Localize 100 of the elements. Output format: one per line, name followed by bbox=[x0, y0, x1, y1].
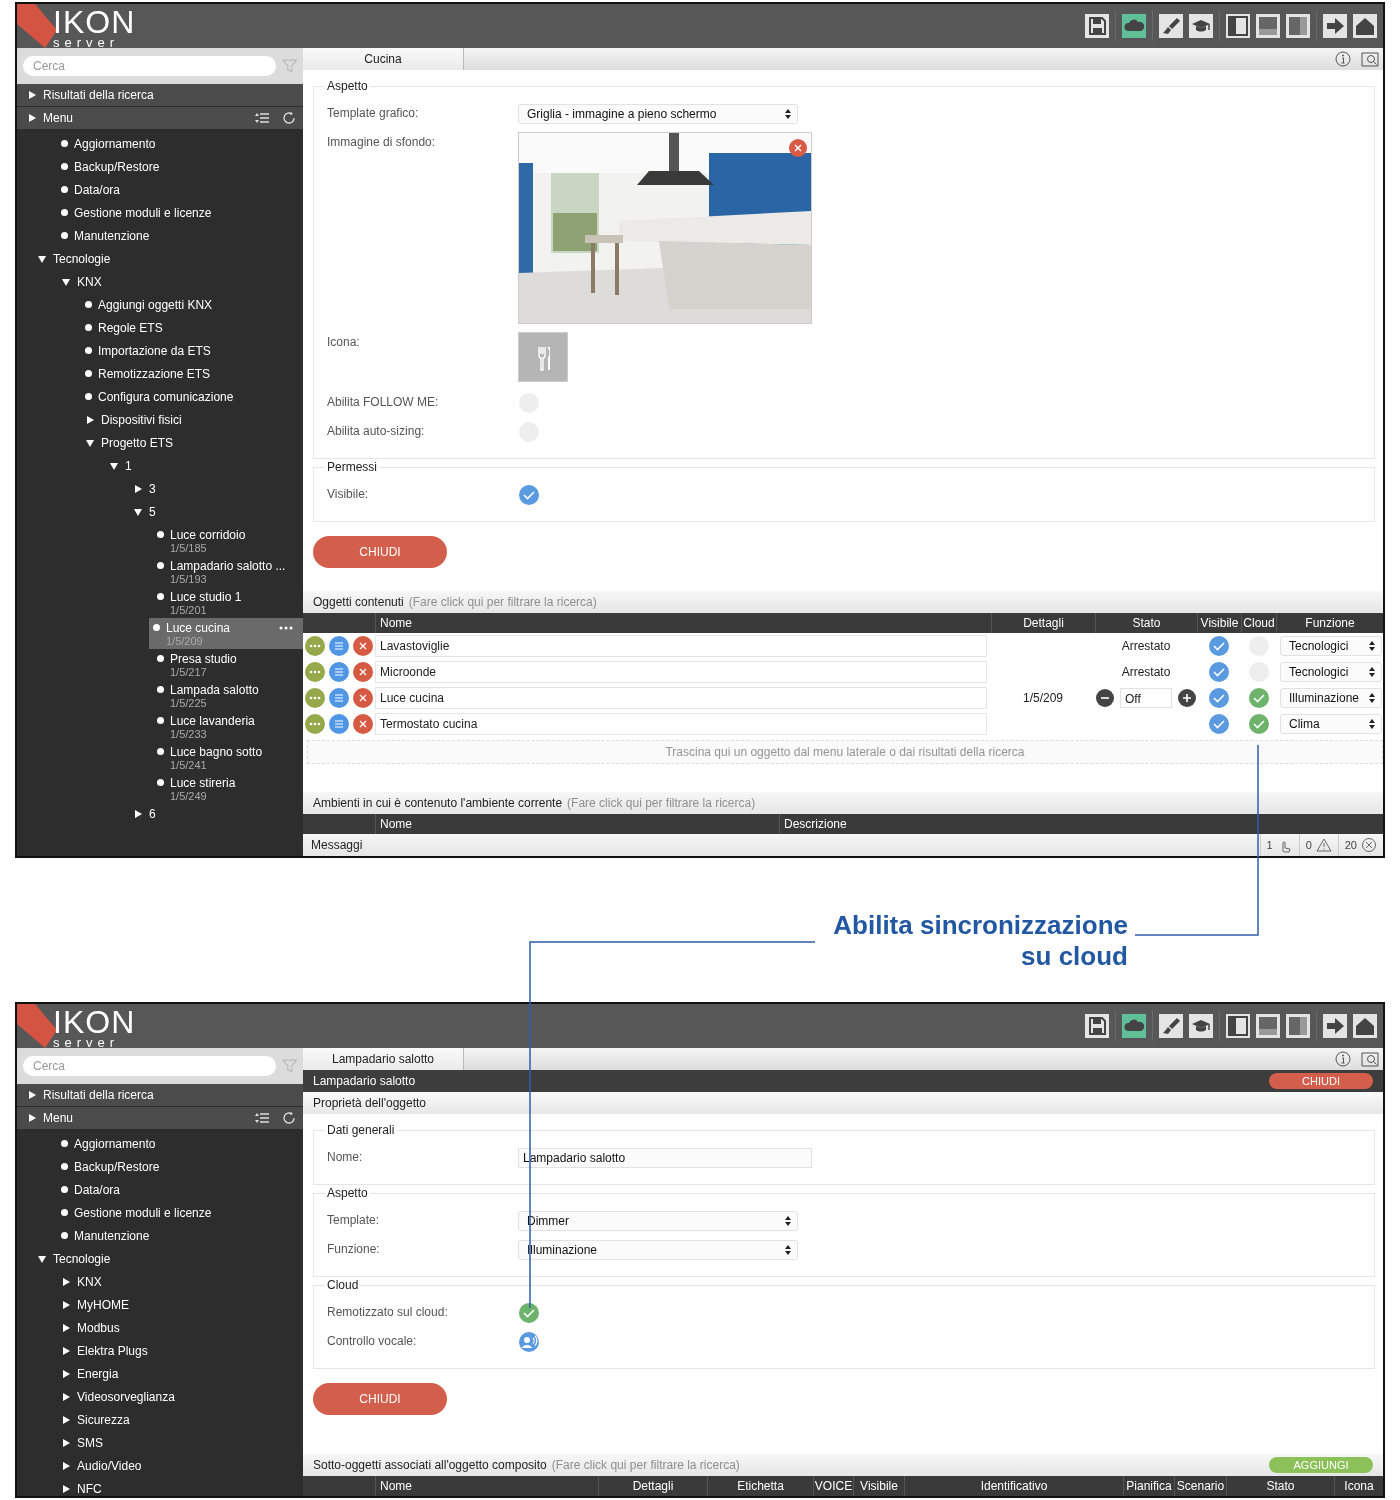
tree-item[interactable]: Backup/Restore bbox=[17, 1157, 303, 1180]
plus-button[interactable] bbox=[1178, 689, 1196, 707]
sort-list-icon[interactable] bbox=[255, 1111, 269, 1125]
caret-down-icon[interactable] bbox=[37, 1254, 47, 1264]
list-button[interactable] bbox=[329, 688, 349, 708]
caret-right-icon[interactable] bbox=[61, 1323, 71, 1333]
tree-item[interactable]: Data/ora bbox=[17, 180, 303, 203]
close-button[interactable]: CHIUDI bbox=[313, 1383, 447, 1415]
caret-right-icon[interactable] bbox=[27, 1113, 37, 1123]
tree-item[interactable]: Luce corridoio 1/5/185 bbox=[17, 525, 303, 556]
tree-item[interactable]: Luce cucina 1/5/209 bbox=[149, 618, 303, 649]
tree-item[interactable]: Luce studio 1 1/5/201 bbox=[17, 587, 303, 618]
checkmark-toggle[interactable] bbox=[1247, 713, 1270, 735]
graduation-cap-icon[interactable] bbox=[1189, 14, 1213, 38]
caret-right-icon[interactable] bbox=[61, 1300, 71, 1310]
tree-item[interactable]: Configura comunicazione bbox=[17, 387, 303, 410]
tree-item[interactable]: Lampada salotto 1/5/225 bbox=[17, 680, 303, 711]
tree-item[interactable]: 3 bbox=[17, 479, 303, 502]
caret-right-icon[interactable] bbox=[61, 1392, 71, 1402]
graduation-cap-icon[interactable] bbox=[1189, 1014, 1213, 1038]
caret-right-icon[interactable] bbox=[85, 415, 95, 425]
tree-item[interactable]: Progetto ETS bbox=[17, 433, 303, 456]
brush-icon[interactable] bbox=[1159, 14, 1183, 38]
right-panel-icon[interactable] bbox=[1286, 14, 1310, 38]
cloud-icon[interactable] bbox=[1122, 14, 1146, 38]
tree-item[interactable]: Sicurezza bbox=[17, 1410, 303, 1433]
tree-item[interactable]: 5 bbox=[17, 502, 303, 525]
cloud-icon[interactable] bbox=[1122, 1014, 1146, 1038]
refresh-icon[interactable] bbox=[281, 110, 297, 126]
tree-item[interactable]: Dispositivi fisici bbox=[17, 410, 303, 433]
tree-item[interactable]: SMS bbox=[17, 1433, 303, 1456]
tree-item[interactable]: Gestione moduli e licenze bbox=[17, 203, 303, 226]
name-field[interactable]: Lavastoviglie bbox=[375, 635, 987, 657]
close-button[interactable]: CHIUDI bbox=[1269, 1073, 1373, 1089]
tree-item[interactable]: Gestione moduli e licenze bbox=[17, 1203, 303, 1226]
tree-item[interactable]: Aggiornamento bbox=[17, 1134, 303, 1157]
checkmark-toggle[interactable] bbox=[1208, 635, 1230, 657]
checkmark-toggle[interactable] bbox=[1208, 713, 1230, 735]
delete-button[interactable] bbox=[353, 714, 373, 734]
caret-down-icon[interactable] bbox=[37, 254, 47, 264]
list-button[interactable] bbox=[329, 636, 349, 656]
left-panel-icon[interactable] bbox=[1226, 14, 1250, 38]
more-icon[interactable] bbox=[279, 626, 293, 630]
caret-right-icon[interactable] bbox=[61, 1346, 71, 1356]
caret-right-icon[interactable] bbox=[27, 90, 37, 100]
tree-item[interactable]: 1 bbox=[17, 456, 303, 479]
more-button[interactable] bbox=[305, 688, 325, 708]
caret-down-icon[interactable] bbox=[85, 438, 95, 448]
checkmark-toggle[interactable] bbox=[1208, 661, 1230, 683]
right-panel-icon[interactable] bbox=[1286, 1014, 1310, 1038]
value-field[interactable]: Off bbox=[1120, 688, 1172, 708]
tab[interactable]: Lampadario salotto bbox=[303, 1048, 464, 1070]
tree-item[interactable]: Manutenzione bbox=[17, 226, 303, 249]
list-button[interactable] bbox=[329, 714, 349, 734]
tree-item[interactable]: Aggiornamento bbox=[17, 134, 303, 157]
caret-right-icon[interactable] bbox=[27, 113, 37, 123]
tree-item[interactable]: NFC bbox=[17, 1479, 303, 1496]
tab[interactable]: Cucina bbox=[303, 48, 464, 70]
caret-right-icon[interactable] bbox=[27, 1090, 37, 1100]
house-icon[interactable] bbox=[1353, 1014, 1377, 1038]
more-button[interactable] bbox=[305, 636, 325, 656]
checkmark-toggle[interactable] bbox=[1247, 687, 1270, 709]
caret-right-icon[interactable] bbox=[133, 809, 143, 819]
search-field[interactable]: Cerca bbox=[23, 56, 276, 76]
info-icon[interactable] bbox=[1335, 1051, 1351, 1067]
tree-item[interactable]: Presa studio 1/5/217 bbox=[17, 649, 303, 680]
minus-button[interactable] bbox=[1096, 689, 1114, 707]
tree-item[interactable]: Aggiungi oggetti KNX bbox=[17, 295, 303, 318]
info-icon[interactable] bbox=[1335, 51, 1351, 67]
caret-right-icon[interactable] bbox=[61, 1438, 71, 1448]
search-icon[interactable] bbox=[1361, 51, 1379, 67]
name-field[interactable]: Luce cucina bbox=[375, 687, 987, 709]
search-field[interactable]: Cerca bbox=[23, 1056, 276, 1076]
tree-item[interactable]: Luce stireria 1/5/249 bbox=[17, 773, 303, 804]
list-button[interactable] bbox=[329, 662, 349, 682]
sidebar-bar[interactable]: Risultati della ricerca bbox=[17, 1084, 303, 1106]
tree-item[interactable]: Manutenzione bbox=[17, 1226, 303, 1249]
name-field[interactable]: Microonde bbox=[375, 661, 987, 683]
left-panel-icon[interactable] bbox=[1226, 1014, 1250, 1038]
checkmark-toggle[interactable] bbox=[518, 1302, 540, 1324]
caret-right-icon[interactable] bbox=[61, 1415, 71, 1425]
name-field[interactable]: Termostato cucina bbox=[375, 713, 987, 735]
caret-down-icon[interactable] bbox=[109, 461, 119, 471]
more-button[interactable] bbox=[305, 662, 325, 682]
refresh-icon[interactable] bbox=[281, 1110, 297, 1126]
tree-item[interactable]: Remotizzazione ETS bbox=[17, 364, 303, 387]
house-icon[interactable] bbox=[1353, 14, 1377, 38]
tree-item[interactable]: KNX bbox=[17, 272, 303, 295]
error-icon[interactable] bbox=[1361, 837, 1377, 853]
tree-item[interactable]: Audio/Video bbox=[17, 1456, 303, 1479]
tree-item[interactable]: Backup/Restore bbox=[17, 157, 303, 180]
dropdown[interactable]: Griglia - immagine a pieno schermo bbox=[518, 104, 798, 124]
close-button[interactable]: CHIUDI bbox=[313, 536, 447, 568]
brush-icon[interactable] bbox=[1159, 1014, 1183, 1038]
tree-item[interactable]: Videosorveglianza bbox=[17, 1387, 303, 1410]
bottom-panel-icon[interactable] bbox=[1256, 1014, 1280, 1038]
sidebar-bar[interactable]: Risultati della ricerca bbox=[17, 84, 303, 106]
tree-item[interactable]: MyHOME bbox=[17, 1295, 303, 1318]
tree-item[interactable]: KNX bbox=[17, 1272, 303, 1295]
tree-item[interactable]: Energia bbox=[17, 1364, 303, 1387]
